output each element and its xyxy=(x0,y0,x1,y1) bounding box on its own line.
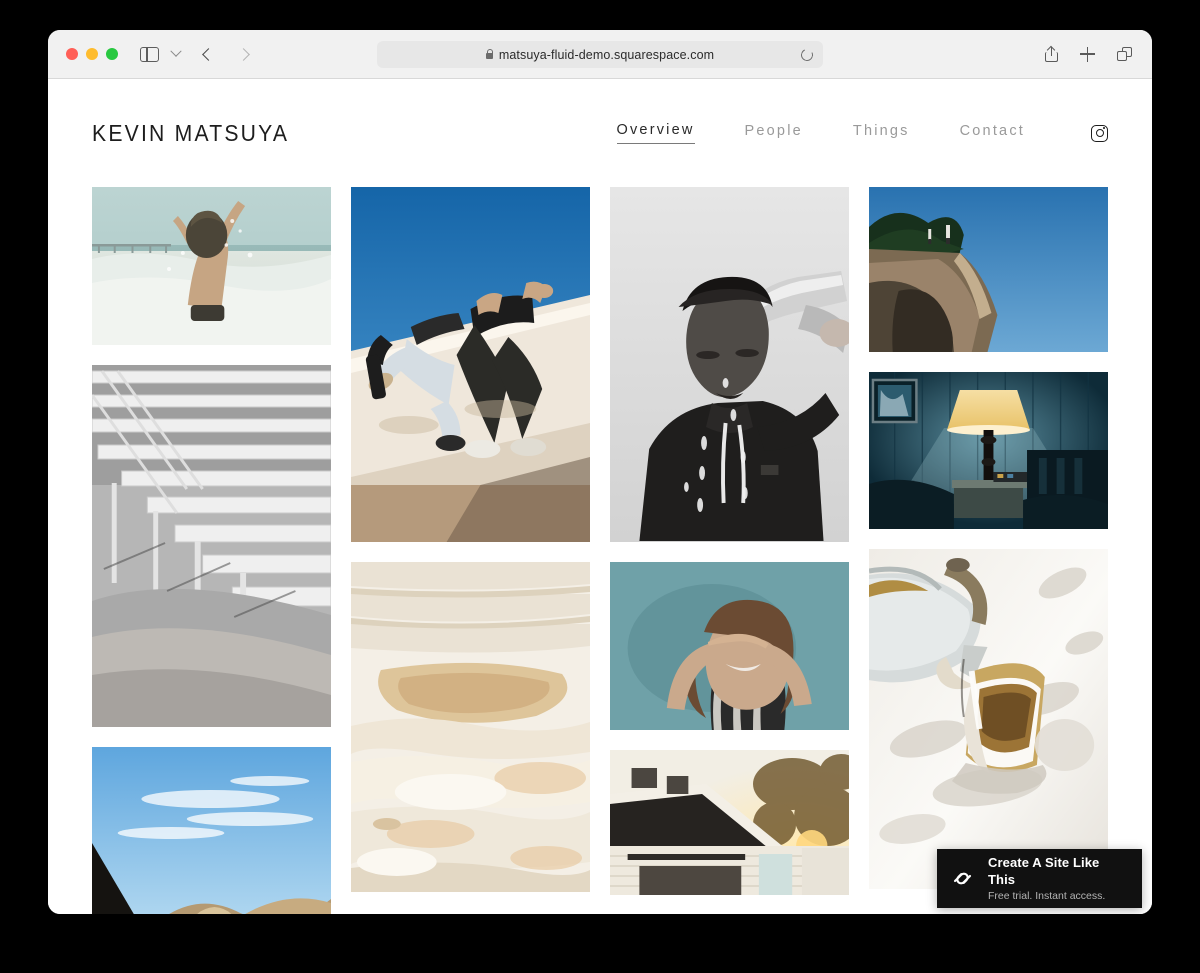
browser-window: matsuya-fluid-demo.squarespace.com KEVIN… xyxy=(48,30,1152,914)
photo-wall-climbers[interactable] xyxy=(351,187,590,542)
toolbar-actions xyxy=(1045,47,1132,62)
forward-button[interactable] xyxy=(237,48,250,61)
reload-icon[interactable] xyxy=(799,47,814,62)
photo-ocean-splash[interactable] xyxy=(92,187,331,345)
photo-bleachers-bw[interactable] xyxy=(92,365,331,727)
desktop: matsuya-fluid-demo.squarespace.com KEVIN… xyxy=(0,0,1200,973)
photo-travertine[interactable] xyxy=(351,562,590,892)
lock-icon xyxy=(486,53,493,59)
photo-sunset-house[interactable] xyxy=(610,750,849,895)
promo-text: Create A Site Like This Free trial. Inst… xyxy=(988,855,1129,903)
url-text: matsuya-fluid-demo.squarespace.com xyxy=(499,48,714,62)
nav-item-contact[interactable]: Contact xyxy=(960,123,1025,144)
window-controls xyxy=(66,48,118,60)
sidebar-toggle-button[interactable] xyxy=(140,47,180,62)
nav-item-things[interactable]: Things xyxy=(853,123,910,144)
photo-cliff-figures[interactable] xyxy=(869,187,1108,352)
photo-water-pour-bw[interactable] xyxy=(610,187,849,542)
minimize-window-button[interactable] xyxy=(86,48,98,60)
share-icon[interactable] xyxy=(1045,47,1058,62)
photo-gallery xyxy=(48,187,1152,914)
photo-dunes-hat[interactable] xyxy=(92,747,331,914)
chevron-down-icon[interactable] xyxy=(170,46,181,57)
photo-coffee-pour[interactable] xyxy=(869,549,1108,889)
squarespace-promo-banner[interactable]: Create A Site Like This Free trial. Inst… xyxy=(937,849,1142,908)
gallery-column xyxy=(92,187,331,914)
gallery-column xyxy=(869,187,1108,914)
site-header: KEVIN MATSUYA Overview People Things Con… xyxy=(48,79,1152,187)
navigation-arrows xyxy=(204,50,248,59)
instagram-icon[interactable] xyxy=(1091,125,1108,142)
promo-title: Create A Site Like This xyxy=(988,855,1129,889)
photo-lamp-room[interactable] xyxy=(869,372,1108,529)
nav-item-people[interactable]: People xyxy=(745,123,803,144)
close-window-button[interactable] xyxy=(66,48,78,60)
squarespace-logo-icon xyxy=(950,866,975,891)
tab-overview-icon[interactable] xyxy=(1117,47,1132,61)
promo-subtitle: Free trial. Instant access. xyxy=(988,890,1129,902)
gallery-column xyxy=(610,187,849,914)
back-button[interactable] xyxy=(202,48,215,61)
zoom-window-button[interactable] xyxy=(106,48,118,60)
photo-laughing-woman[interactable] xyxy=(610,562,849,730)
site-brand[interactable]: KEVIN MATSUYA xyxy=(92,120,289,147)
address-bar[interactable]: matsuya-fluid-demo.squarespace.com xyxy=(377,41,823,68)
nav-item-overview[interactable]: Overview xyxy=(617,122,695,144)
main-navigation: Overview People Things Contact xyxy=(617,122,1109,144)
browser-toolbar: matsuya-fluid-demo.squarespace.com xyxy=(48,30,1152,79)
sidebar-icon xyxy=(140,47,159,62)
plus-icon[interactable] xyxy=(1080,47,1095,62)
gallery-column xyxy=(351,187,590,914)
web-page: KEVIN MATSUYA Overview People Things Con… xyxy=(48,79,1152,914)
